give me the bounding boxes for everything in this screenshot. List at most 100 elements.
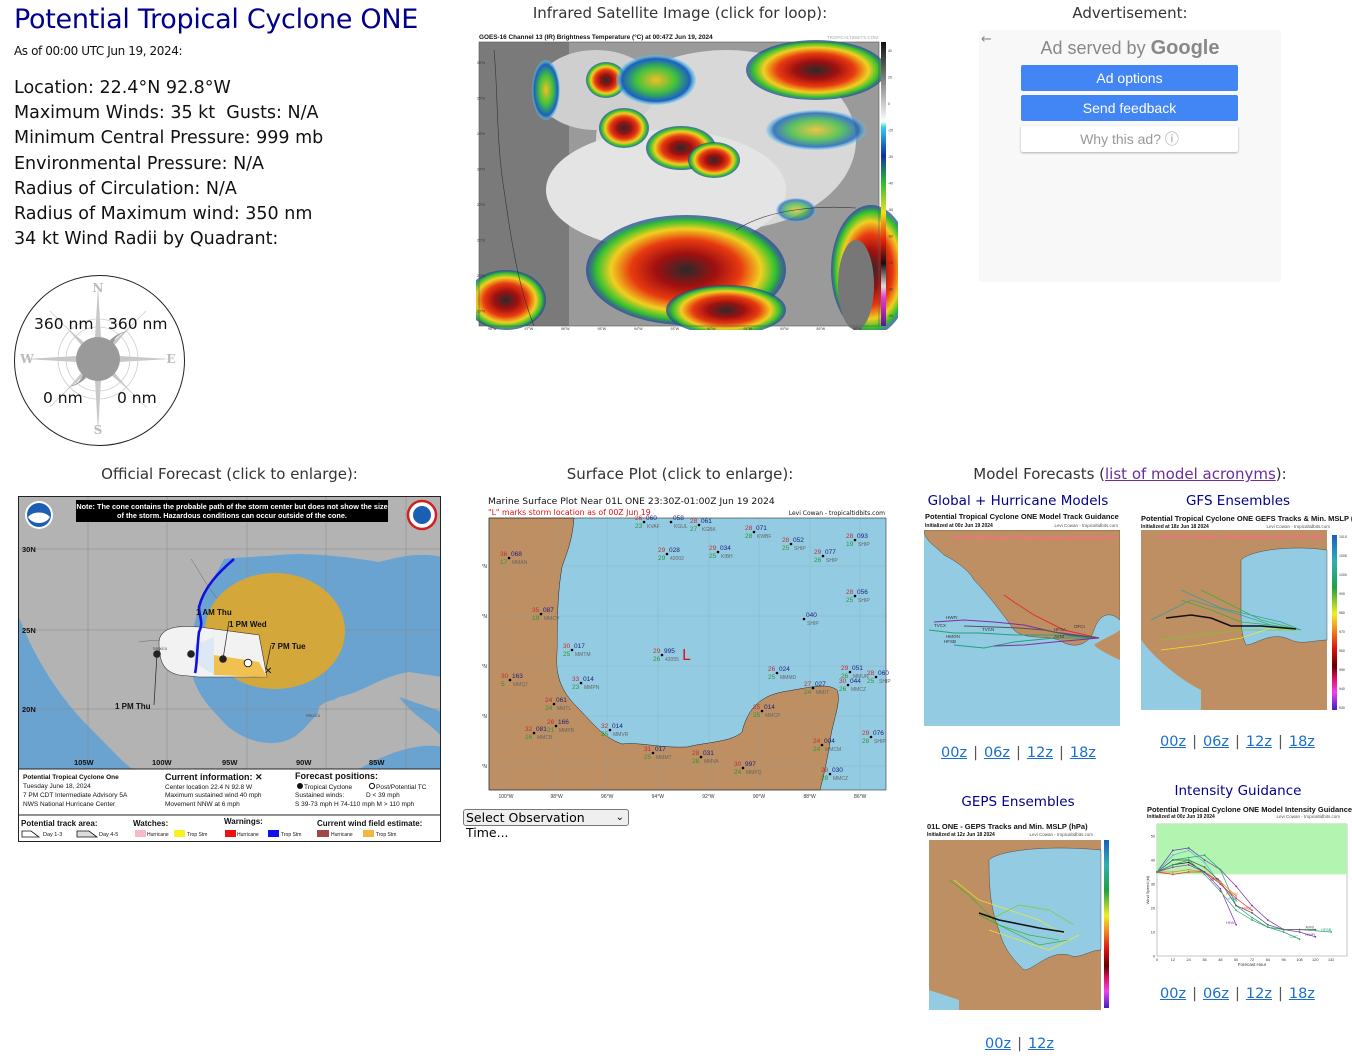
why-this-ad-button[interactable]: Why this ad? ⓘ (1021, 126, 1238, 152)
station-temp: 28 (782, 537, 790, 544)
satellite-colorbar-tick: -20 (888, 129, 893, 133)
station-temp: 31 (644, 746, 652, 753)
observation-time-select[interactable]: Select Observation Time... ⌄ (463, 809, 629, 840)
data-point (1282, 931, 1285, 933)
data-point (1219, 890, 1222, 893)
gefs-link-06z[interactable]: 06z (1203, 734, 1229, 750)
legend-warning-tropstm: Trop Stm (281, 832, 301, 838)
place-label-mexico: Mexico (153, 646, 168, 651)
geps-ensembles-image[interactable]: 01L ONE - GEPS Tracks and Min. MSLP (hPa… (925, 820, 1113, 1012)
station-pressure: 061 (556, 697, 567, 704)
intensity-link-06z[interactable]: 06z (1203, 986, 1229, 1002)
data-point (1187, 856, 1190, 859)
intensity-guidance-image[interactable]: Potential Tropical Cyclone ONE Model Int… (1145, 804, 1352, 974)
station-temp: 24 (545, 697, 553, 704)
global-link-00z[interactable]: 00z (941, 745, 967, 761)
position-label-1pm-thu: 1 PM Thu (115, 702, 151, 711)
data-point (1203, 866, 1206, 869)
storm-location-marker: L (682, 646, 691, 664)
surface-plot-subtitle: "L" marks storm location as of 00Z Jun 1… (488, 508, 651, 517)
station-dewpoint: 26 (839, 686, 847, 693)
global-models-image[interactable]: Potential Tropical Cyclone ONE Model Tra… (922, 512, 1120, 728)
station-temp: 30 (839, 678, 847, 685)
station-id: MMCB (537, 735, 553, 741)
surface-lat-ticks: 26°N 24°N 22°N 20°N 18°N (482, 564, 487, 770)
as-of-timestamp: As of 00:00 UTC Jun 19, 2024: (14, 44, 183, 58)
station-pressure: 087 (543, 607, 554, 614)
gfs-ensembles-image[interactable]: Potential Tropical Cyclone ONE GEFS Trac… (1139, 512, 1352, 716)
surface-lon-tick: 86°W (854, 794, 867, 800)
station-pressure: 034 (720, 545, 731, 552)
gefs-colorbar-tick: 990 (1339, 592, 1345, 596)
gefs-colorbar-tick: 1005 (1339, 554, 1347, 558)
y-tick-label: 20 (1151, 907, 1155, 911)
lat-label-30n: 30N (22, 545, 36, 554)
station-dewpoint: 24 (734, 769, 742, 776)
station-pressure: 014 (583, 676, 594, 683)
gefs-colorbar-tick: 950 (1339, 668, 1345, 672)
station-temp: 29 (653, 648, 661, 655)
satellite-colorbar-tick: -50 (888, 208, 893, 212)
surface-lon-tick: 98°W (550, 794, 563, 800)
surface-plot-image[interactable]: Marine Surface Plot Near 01L ONE 23:30Z-… (482, 492, 892, 802)
global-link-18z[interactable]: 18z (1070, 745, 1096, 761)
series-label: AVNI (1305, 926, 1314, 930)
station-pressure: 040 (806, 612, 817, 619)
intensity-link-18z[interactable]: 18z (1289, 986, 1315, 1002)
gefs-link-12z[interactable]: 12z (1246, 734, 1272, 750)
x-tick-label: 48 (1218, 958, 1222, 962)
station-pressure: 076 (873, 730, 884, 737)
intensity-link-12z[interactable]: 12z (1246, 986, 1272, 1002)
series-label: NVGI (1242, 906, 1251, 910)
satellite-image[interactable]: GOES-16 Channel 13 (IR) Brightness Tempe… (476, 30, 898, 330)
station-dewpoint: 29 (658, 555, 666, 562)
data-point (1187, 859, 1190, 861)
geps-ensembles-heading: GEPS Ensembles (961, 794, 1075, 810)
official-forecast-map[interactable]: ✕ 1 AM Thu 1 PM Wed 7 PM Tue 1 PM Thu Me… (18, 496, 441, 842)
satellite-colorbar-tick: 0 (888, 102, 890, 106)
geps-link-12z[interactable]: 12z (1028, 1036, 1054, 1052)
surface-lon-ticks: 100°W 98°W 96°W 94°W 92°W 90°W 88°W 86°W (498, 794, 866, 800)
station-id: MMVA (704, 759, 719, 765)
min-pressure-text: Minimum Central Pressure: 999 mb (14, 128, 324, 149)
satellite-colorbar-tick: -30 (888, 155, 893, 159)
station-dewpoint: 23 (635, 523, 643, 530)
location-text: Location: 22.4°N 92.8°W (14, 78, 231, 98)
storm-title: Potential Tropical Cyclone ONE (14, 4, 419, 35)
data-point (1171, 863, 1174, 866)
lat-label-20n: 20N (22, 705, 36, 714)
global-link-06z[interactable]: 06z (984, 745, 1010, 761)
station-dewpoint: 25 (768, 674, 776, 681)
station-id: KGBK (702, 527, 717, 533)
satellite-lon-ticks: 98°W 97°W 96°W 95°W 94°W 93°W 92°W 91°W 90°W 89°W… (488, 327, 862, 330)
station-pressure: 017 (655, 746, 666, 753)
station-dewpoint: 25 (563, 651, 571, 658)
station-dewpoint: 28 (692, 758, 700, 765)
geps-link-00z[interactable]: 00z (985, 1036, 1011, 1052)
global-link-12z[interactable]: 12z (1027, 745, 1053, 761)
station-id: SHIP (807, 621, 819, 627)
station-temp: 24 (813, 738, 821, 745)
intensity-link-00z[interactable]: 00z (1160, 986, 1186, 1002)
data-point (1251, 916, 1253, 919)
wind-radius-nw: 360 nm (34, 315, 94, 333)
station-pressure: 163 (512, 673, 523, 680)
satellite-lon-tick: 98°W (488, 327, 497, 330)
model-acronyms-link[interactable]: list of model acronyms (1105, 465, 1276, 483)
data-point (1187, 863, 1190, 866)
data-point (1203, 861, 1206, 864)
model-track-label: TVCX (934, 623, 946, 628)
ad-options-button[interactable]: Ad options (1021, 65, 1238, 91)
ad-served-by: Ad served by Google (1040, 37, 1220, 59)
gefs-link-18z[interactable]: 18z (1289, 734, 1315, 750)
station-dewpoint: 24 (804, 689, 812, 696)
data-point (1203, 859, 1206, 861)
gefs-link-00z[interactable]: 00z (1160, 734, 1186, 750)
station-pressure: 028 (669, 547, 680, 554)
station-pressure: 166 (558, 719, 569, 726)
series-label: HMON (1226, 892, 1238, 896)
data-point (1266, 926, 1269, 929)
send-feedback-button[interactable]: Send feedback (1021, 95, 1238, 121)
legend-forecast-title: Forecast positions: (295, 771, 378, 781)
model-track-label: HFSB (944, 639, 956, 644)
